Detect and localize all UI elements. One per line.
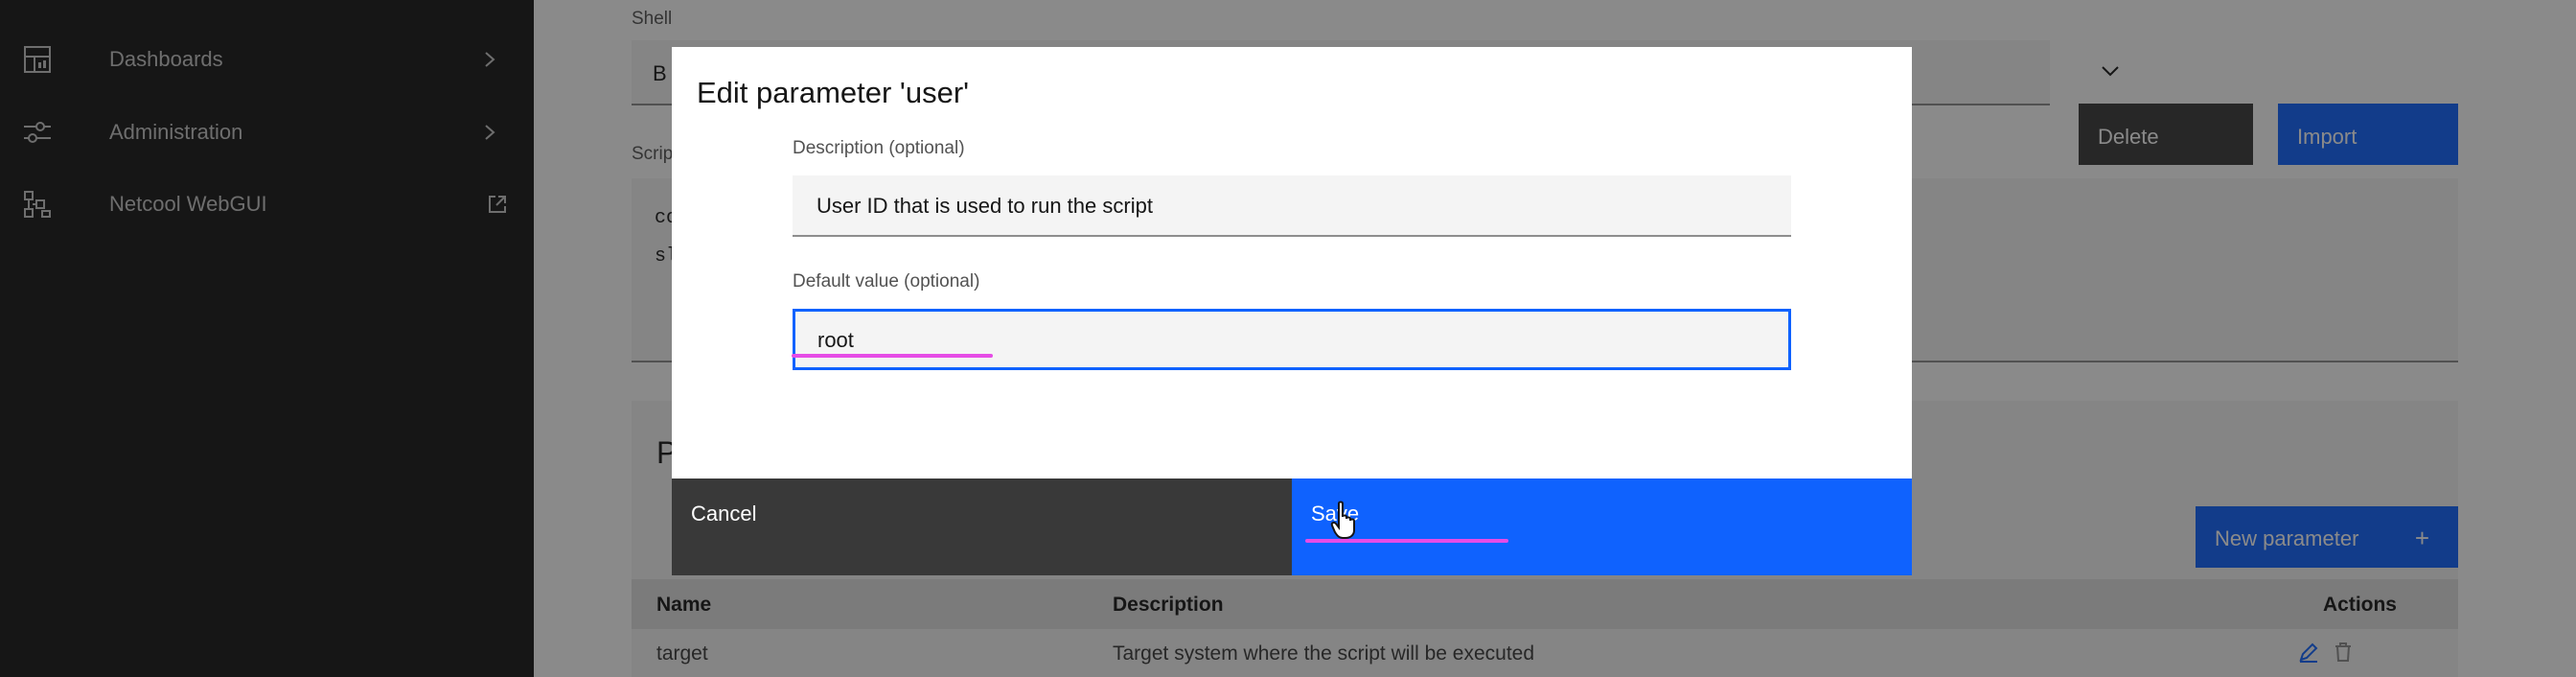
description-input[interactable]: User ID that is used to run the script: [793, 175, 1791, 237]
hand-cursor-icon: [1330, 501, 1355, 539]
default-value-label: Default value (optional): [793, 271, 980, 292]
modal-title: Edit parameter 'user': [697, 76, 970, 109]
edit-parameter-modal: Edit parameter 'user' Description (optio…: [672, 47, 1912, 575]
default-value-input[interactable]: root: [793, 309, 1791, 370]
annotation-underline: [1305, 539, 1508, 543]
save-button[interactable]: Save: [1292, 479, 1912, 575]
modal-footer: Cancel Save: [672, 479, 1912, 575]
cancel-button[interactable]: Cancel: [672, 479, 1292, 575]
description-label: Description (optional): [793, 138, 965, 158]
annotation-underline: [792, 354, 993, 358]
